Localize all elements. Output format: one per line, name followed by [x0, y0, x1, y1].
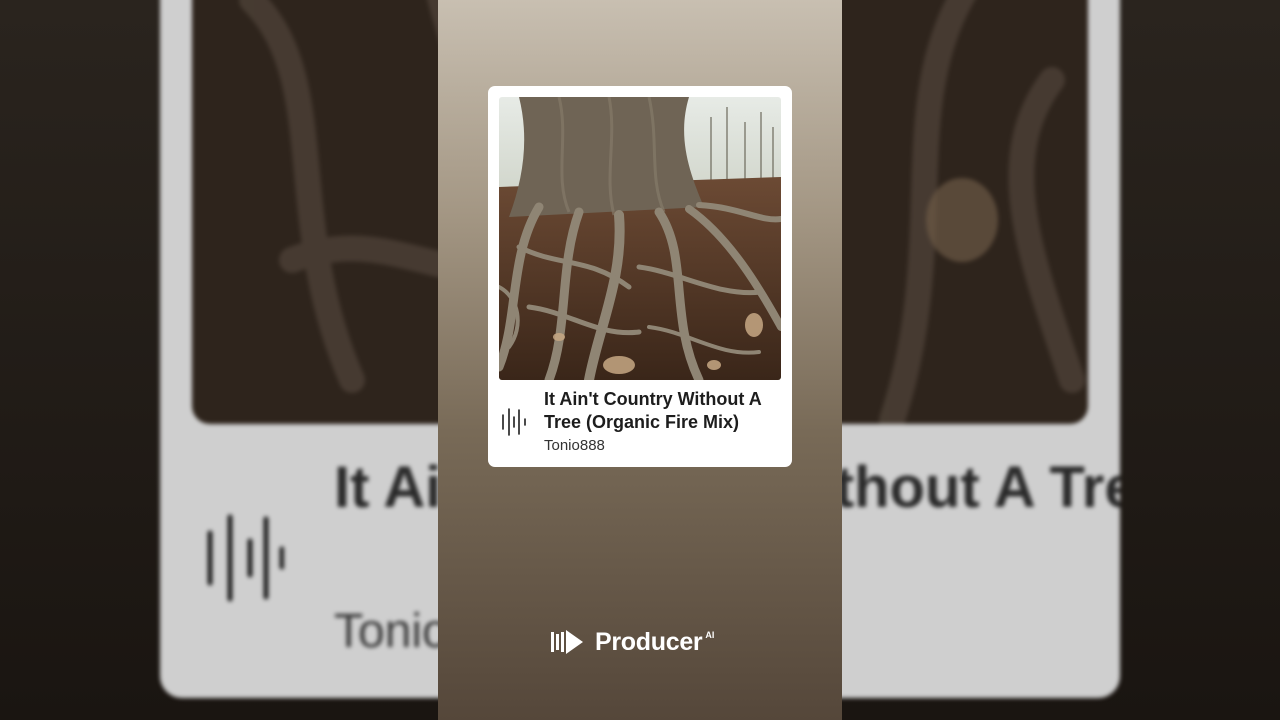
track-artist: Tonio888: [544, 437, 605, 454]
track-title: It Ain't Country Without A Tree (Organic…: [544, 389, 762, 432]
cover-art-image: [499, 97, 781, 380]
producer-logo-icon: [551, 630, 583, 654]
background-waveform-icon: [207, 514, 284, 602]
track-card[interactable]: It Ain't Country Without A Tree (Organic…: [488, 86, 792, 467]
waveform-icon: [502, 408, 526, 436]
brand-suffix: AI: [705, 630, 715, 640]
brand-name: Producer: [595, 627, 703, 656]
video-frame: It Ain't Country Without A Tree (Organic…: [438, 0, 842, 720]
producer-ai-brand: Producer AI: [551, 628, 714, 656]
